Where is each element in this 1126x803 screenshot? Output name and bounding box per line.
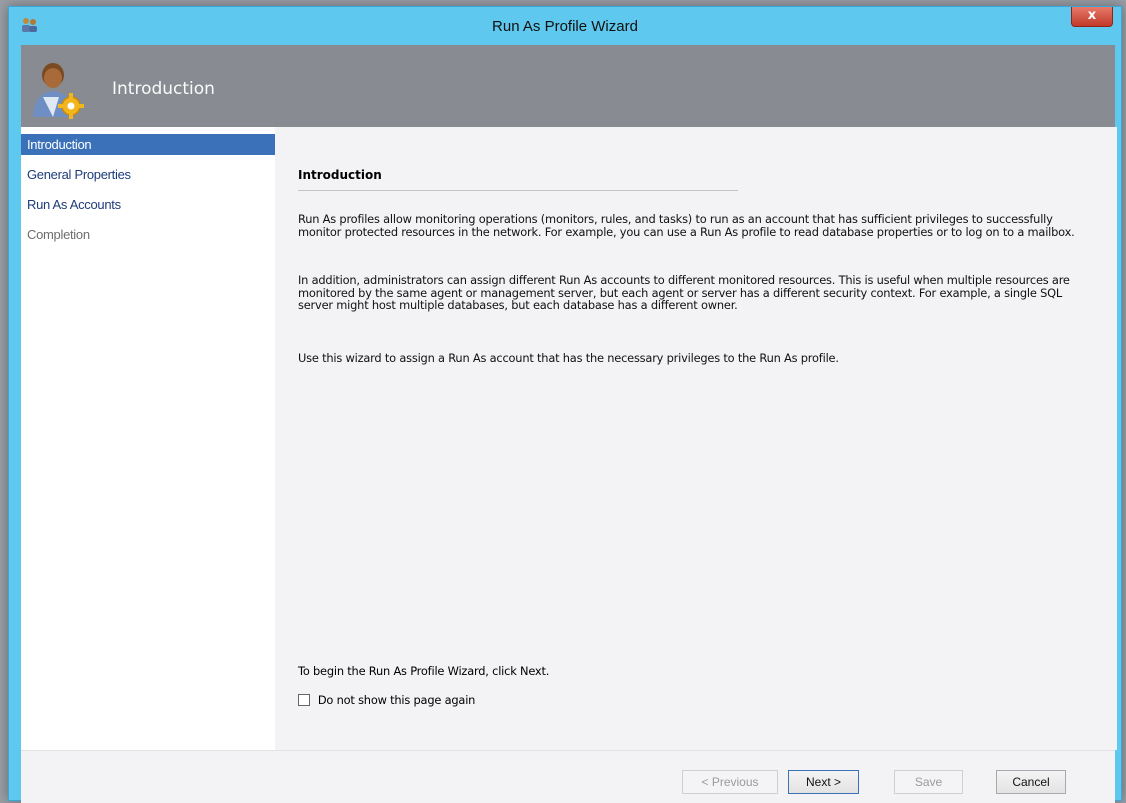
dont-show-again-row[interactable]: Do not show this page again — [298, 692, 475, 708]
content-pane: Introduction Run As profiles allow monit… — [275, 127, 1117, 750]
nav-item-completion: Completion — [27, 227, 90, 242]
section-title: Introduction — [298, 168, 382, 182]
window-title: Run As Profile Wizard — [492, 18, 638, 35]
nav-item-general-properties[interactable]: General Properties — [21, 164, 275, 185]
intro-paragraph-2: In addition, administrators can assign d… — [298, 273, 1070, 312]
button-bar: < Previous Next > Save Cancel — [21, 750, 1115, 803]
next-button[interactable]: Next > — [788, 770, 859, 794]
title-bar[interactable]: Run As Profile Wizard x — [9, 7, 1121, 45]
dont-show-again-checkbox[interactable] — [298, 693, 310, 706]
user-gear-icon — [33, 63, 84, 119]
wizard-window: Run As Profile Wizard x Introduction Int… — [8, 6, 1122, 803]
save-button: Save — [894, 770, 963, 794]
intro-paragraph-3: Use this wizard to assign a Run As accou… — [298, 351, 839, 365]
wizard-step-nav: Introduction General Properties Run As A… — [21, 127, 275, 750]
section-divider — [298, 190, 738, 191]
cancel-button[interactable]: Cancel — [996, 770, 1066, 794]
nav-item-run-as-accounts[interactable]: Run As Accounts — [21, 194, 275, 215]
dont-show-again-label[interactable]: Do not show this page again — [318, 693, 476, 707]
banner-title: Introduction — [112, 79, 215, 99]
intro-paragraph-1: Run As profiles allow monitoring operati… — [298, 212, 1075, 239]
previous-button: < Previous — [682, 770, 778, 794]
nav-item-introduction[interactable]: Introduction — [21, 134, 275, 155]
wizard-client-area: Introduction Introduction General Proper… — [21, 45, 1117, 803]
close-button[interactable]: x — [1071, 7, 1113, 27]
begin-instruction: To begin the Run As Profile Wizard, clic… — [298, 664, 550, 678]
header-banner: Introduction — [21, 45, 1115, 127]
